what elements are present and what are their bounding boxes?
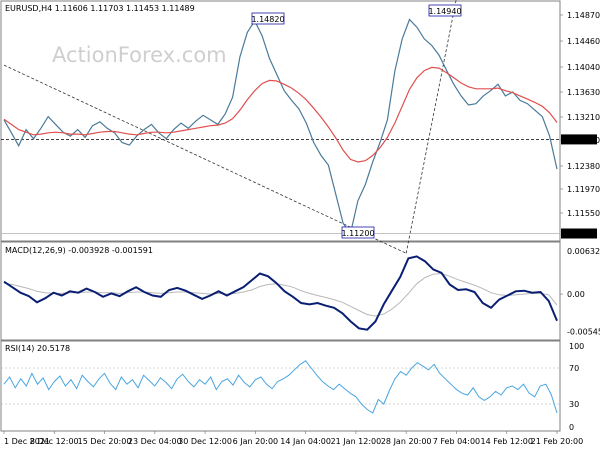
macd-signal-line — [3, 272, 558, 317]
x-tick-label-9: 7 Feb 04:00 — [433, 437, 480, 446]
rsi-panel-title: RSI(14) 20.5178 — [5, 344, 70, 353]
price-y-tick-label-2: 1.14040 — [567, 63, 600, 72]
macd-panel-title: MACD(12,26,9) -0.003928 -0.001591 — [5, 246, 153, 255]
forex-chart: ActionForex.com EURUSD,H4 1.11606 1.1170… — [0, 0, 600, 446]
x-tick-label-7: 21 Jan 12:00 — [331, 437, 382, 446]
rsi-line — [3, 360, 558, 414]
trendline-1 — [405, 0, 457, 254]
x-tick-label-6: 14 Jan 04:00 — [280, 437, 331, 446]
x-tick-label-5: 6 Jan 20:00 — [233, 437, 279, 446]
macd-main-line — [3, 255, 558, 331]
price-panel-title: EURUSD,H4 1.11606 1.11703 1.11453 1.1148… — [5, 4, 195, 13]
macd-y-tick-label-2: -0.005455 — [567, 327, 600, 336]
x-tick-label-4: 30 Dec 12:00 — [178, 437, 232, 446]
price-y-tick-label-1: 1.14460 — [567, 37, 600, 46]
trendline-0 — [3, 64, 407, 254]
macd-layer — [3, 255, 558, 331]
price-y-tick-label-7: 1.11970 — [567, 185, 600, 194]
annotation-label-2: 1.11200 — [341, 229, 374, 238]
x-tick-label-8: 28 Jan 20:00 — [381, 437, 432, 446]
rsi-panel-frame — [0, 340, 561, 432]
rsi-y-tick-label-3: 0 — [569, 423, 574, 432]
price-y-tick-label-8: 1.11550 — [567, 209, 600, 218]
macd-panel-frame — [0, 241, 561, 341]
macd-y-tick-label-0: 0.00632 — [567, 247, 600, 256]
rsi-y-tick-label-0: 100 — [569, 342, 584, 351]
axis-layer: 1.14870 1.14460 1.14040 1.13630 1.13210 1.128… — [3, 11, 600, 446]
price-y-tick-label-3: 1.13630 — [567, 88, 600, 97]
rsi-y-tick-label-2: 30 — [569, 400, 579, 409]
x-tick-label-3: 23 Dec 04:00 — [128, 437, 182, 446]
price-panel-frame — [0, 0, 561, 242]
x-tick-label-2: 15 Dec 20:00 — [78, 437, 132, 446]
price-y-tick-label-6: 1.12380 — [567, 162, 600, 171]
macd-y-tick-label-1: 0.00 — [567, 290, 585, 299]
watermark: ActionForex.com — [52, 43, 227, 67]
annotation-label-0: 1.14820 — [251, 15, 284, 24]
price-y-tick-label-4: 1.13210 — [567, 113, 600, 122]
current-price-tag: 1.11489 — [564, 230, 597, 239]
price-y-tick-label-0: 1.14870 — [567, 11, 600, 20]
x-tick-label-11: 21 Feb 20:00 — [531, 437, 583, 446]
price-layer: 1.14820 1.14940 1.11200 — [1, 0, 560, 254]
rsi-y-tick-label-1: 70 — [569, 364, 579, 373]
x-tick-label-1: 8 Dec 12:00 — [30, 437, 79, 446]
rsi-layer — [1, 360, 560, 414]
reference-level-tag: 1.12870 — [564, 135, 597, 144]
x-tick-label-10: 14 Feb 12:00 — [480, 437, 532, 446]
annotation-label-1: 1.14940 — [428, 7, 461, 16]
